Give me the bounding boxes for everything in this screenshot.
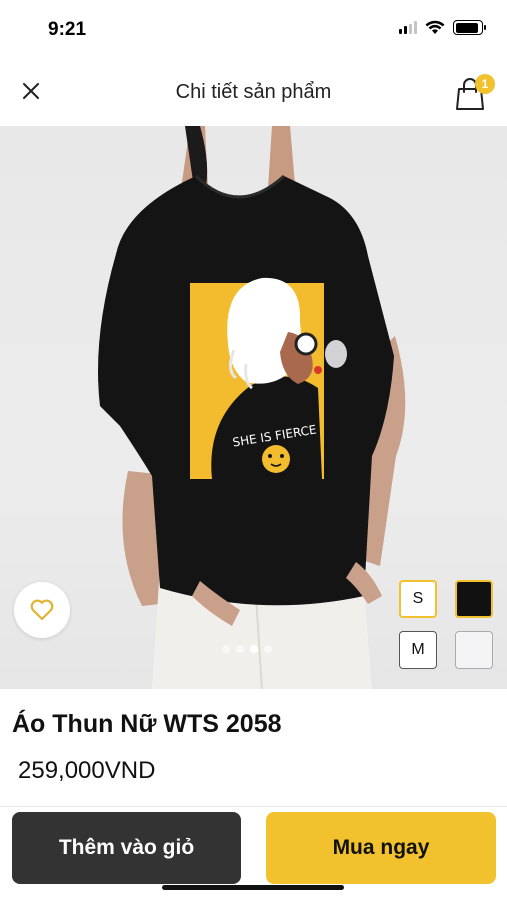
battery-level: [455, 22, 478, 33]
cellular-signal-icon: [399, 21, 417, 34]
carousel-dot[interactable]: [250, 645, 258, 653]
page-title: Chi tiết sản phẩm: [175, 81, 332, 103]
carousel-dot[interactable]: [264, 645, 272, 653]
size-option-m[interactable]: M: [399, 631, 437, 669]
divider: [0, 806, 507, 807]
product-price: 259,000VND: [18, 757, 156, 784]
color-swatch-white[interactable]: [455, 631, 493, 669]
carousel-dot[interactable]: [236, 645, 244, 653]
home-indicator[interactable]: [162, 885, 344, 890]
carousel-indicator: [222, 645, 272, 653]
product-image[interactable]: SHE IS FIERCE S M: [0, 126, 507, 689]
buy-now-button[interactable]: Mua ngay: [266, 812, 496, 884]
size-option-s[interactable]: S: [399, 580, 437, 618]
wifi-icon: [425, 20, 445, 34]
status-bar: 9:21: [0, 0, 507, 58]
status-icons: [399, 20, 486, 35]
cart-button[interactable]: 1: [453, 72, 495, 112]
heart-outline-icon: [30, 599, 54, 621]
product-name: Áo Thun Nữ WTS 2058: [12, 710, 282, 738]
color-swatch-black[interactable]: [455, 580, 493, 618]
status-time: 9:21: [48, 19, 87, 40]
add-to-cart-button[interactable]: Thêm vào giỏ: [12, 812, 241, 884]
battery-icon: [453, 20, 486, 35]
cart-count-badge: 1: [475, 74, 495, 94]
app-header: Chi tiết sản phẩm 1: [0, 60, 507, 124]
favorite-button[interactable]: [14, 582, 70, 638]
carousel-dot[interactable]: [222, 645, 230, 653]
